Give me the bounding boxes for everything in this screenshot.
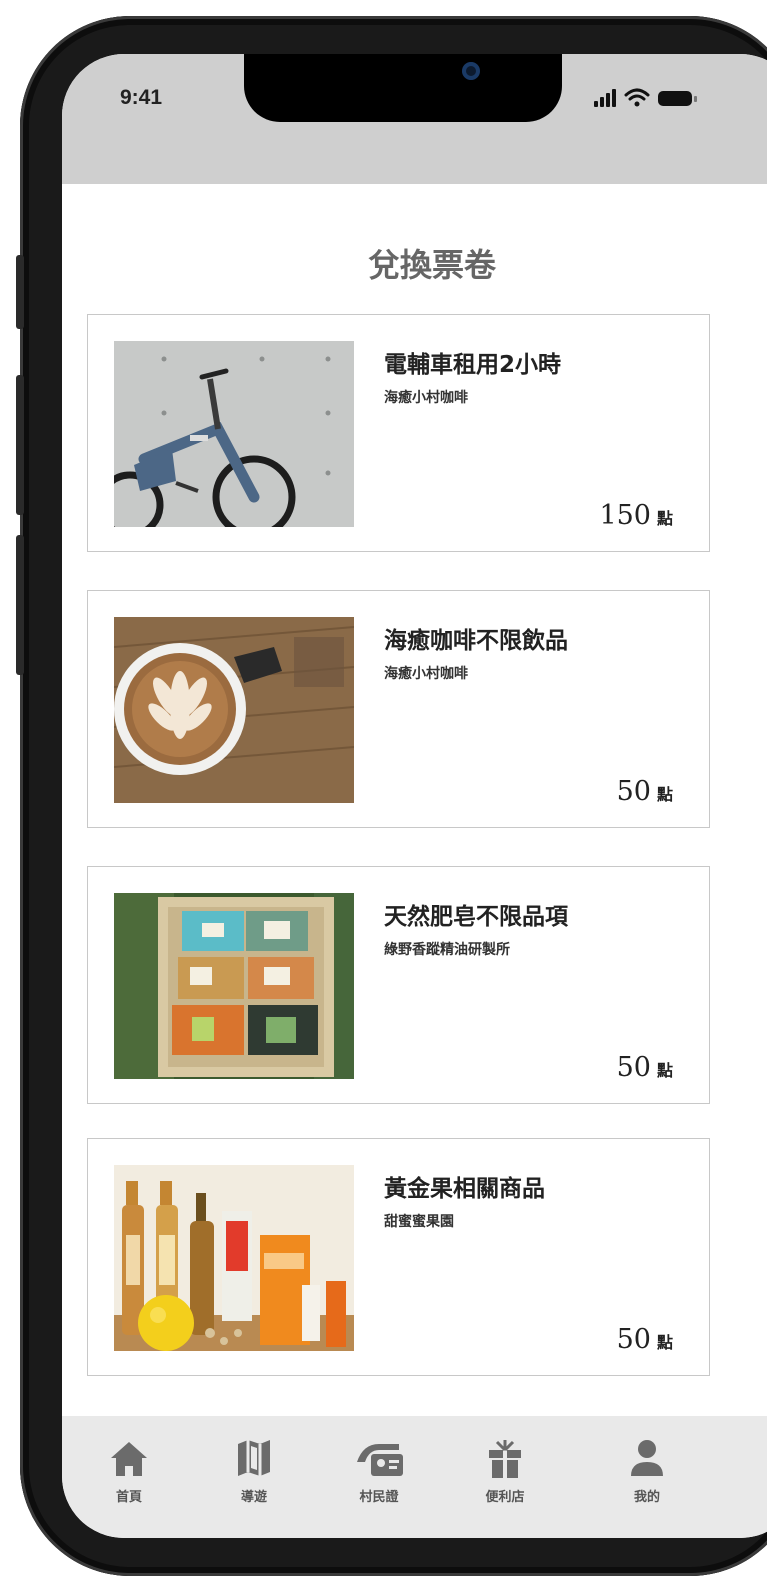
voucher-title: 天然肥皂不限品項 <box>384 904 568 930</box>
voucher-card[interactable]: 海癒咖啡不限飲品 海癒小村咖啡 50 點 <box>87 590 710 828</box>
mute-switch <box>16 255 24 329</box>
points-unit: 點 <box>656 1333 673 1352</box>
user-icon <box>631 1440 663 1476</box>
voucher-vendor: 綠野香蹤精油研製所 <box>384 942 510 958</box>
gift-icon <box>489 1440 521 1478</box>
points-value: 150 <box>599 500 651 531</box>
voucher-title: 黃金果相關商品 <box>384 1176 545 1202</box>
tab-villager-id[interactable]: 村民證 <box>334 1436 424 1505</box>
tab-label: 首頁 <box>115 1490 142 1505</box>
volume-up-button <box>16 375 24 515</box>
status-icons <box>594 86 714 110</box>
volume-down-button <box>16 535 24 675</box>
tab-home[interactable]: 首頁 <box>84 1436 174 1505</box>
tab-guide[interactable]: 導遊 <box>209 1436 299 1505</box>
voucher-points: 150 點 <box>599 500 673 531</box>
map-icon <box>238 1440 270 1476</box>
status-bar: 9:41 <box>62 54 767 184</box>
tab-label: 便利店 <box>485 1490 525 1505</box>
notch <box>244 54 562 122</box>
battery-icon <box>658 91 697 106</box>
page-title: 兌換票卷 <box>367 246 496 284</box>
voucher-title: 電輔車租用2小時 <box>384 352 562 378</box>
tab-store[interactable]: 便利店 <box>460 1436 550 1505</box>
points-value: 50 <box>616 776 651 807</box>
voucher-vendor: 海癒小村咖啡 <box>384 390 468 406</box>
bicycle-photo <box>114 341 354 527</box>
status-time: 9:41 <box>120 86 163 109</box>
tab-label: 村民證 <box>359 1490 399 1505</box>
voucher-card[interactable]: 天然肥皂不限品項 綠野香蹤精油研製所 50 點 <box>87 866 710 1104</box>
signal-icon <box>594 89 616 107</box>
latte-photo <box>114 617 354 803</box>
bottom-tab-bar: 首頁 導遊 村民證 便利店 我的 <box>62 1416 767 1538</box>
id-card-icon <box>357 1444 403 1476</box>
voucher-points: 50 點 <box>617 776 673 807</box>
points-unit: 點 <box>656 785 673 804</box>
voucher-card[interactable]: 黃金果相關商品 甜蜜蜜果園 50 點 <box>87 1138 710 1376</box>
tab-profile[interactable]: 我的 <box>602 1436 692 1505</box>
tab-label: 導遊 <box>240 1490 267 1505</box>
tab-label: 我的 <box>633 1490 660 1505</box>
soap-box-photo <box>114 893 354 1079</box>
golden-fruit-products-photo <box>114 1165 354 1351</box>
points-value: 50 <box>616 1052 651 1083</box>
voucher-points: 50 點 <box>617 1052 673 1083</box>
front-camera <box>462 62 480 80</box>
points-unit: 點 <box>656 509 673 528</box>
points-value: 50 <box>616 1324 651 1355</box>
wifi-icon <box>624 88 650 107</box>
voucher-title: 海癒咖啡不限飲品 <box>384 628 568 654</box>
home-icon <box>111 1442 147 1476</box>
voucher-vendor: 甜蜜蜜果園 <box>384 1214 454 1230</box>
phone-screen: 9:41 兌換票卷 電輔車租用2小時 海癒小村咖啡 150 點 海癒咖啡不限飲品… <box>62 54 767 1538</box>
voucher-vendor: 海癒小村咖啡 <box>384 666 468 682</box>
points-unit: 點 <box>656 1061 673 1080</box>
voucher-points: 50 點 <box>617 1324 673 1355</box>
voucher-card[interactable]: 電輔車租用2小時 海癒小村咖啡 150 點 <box>87 314 710 552</box>
